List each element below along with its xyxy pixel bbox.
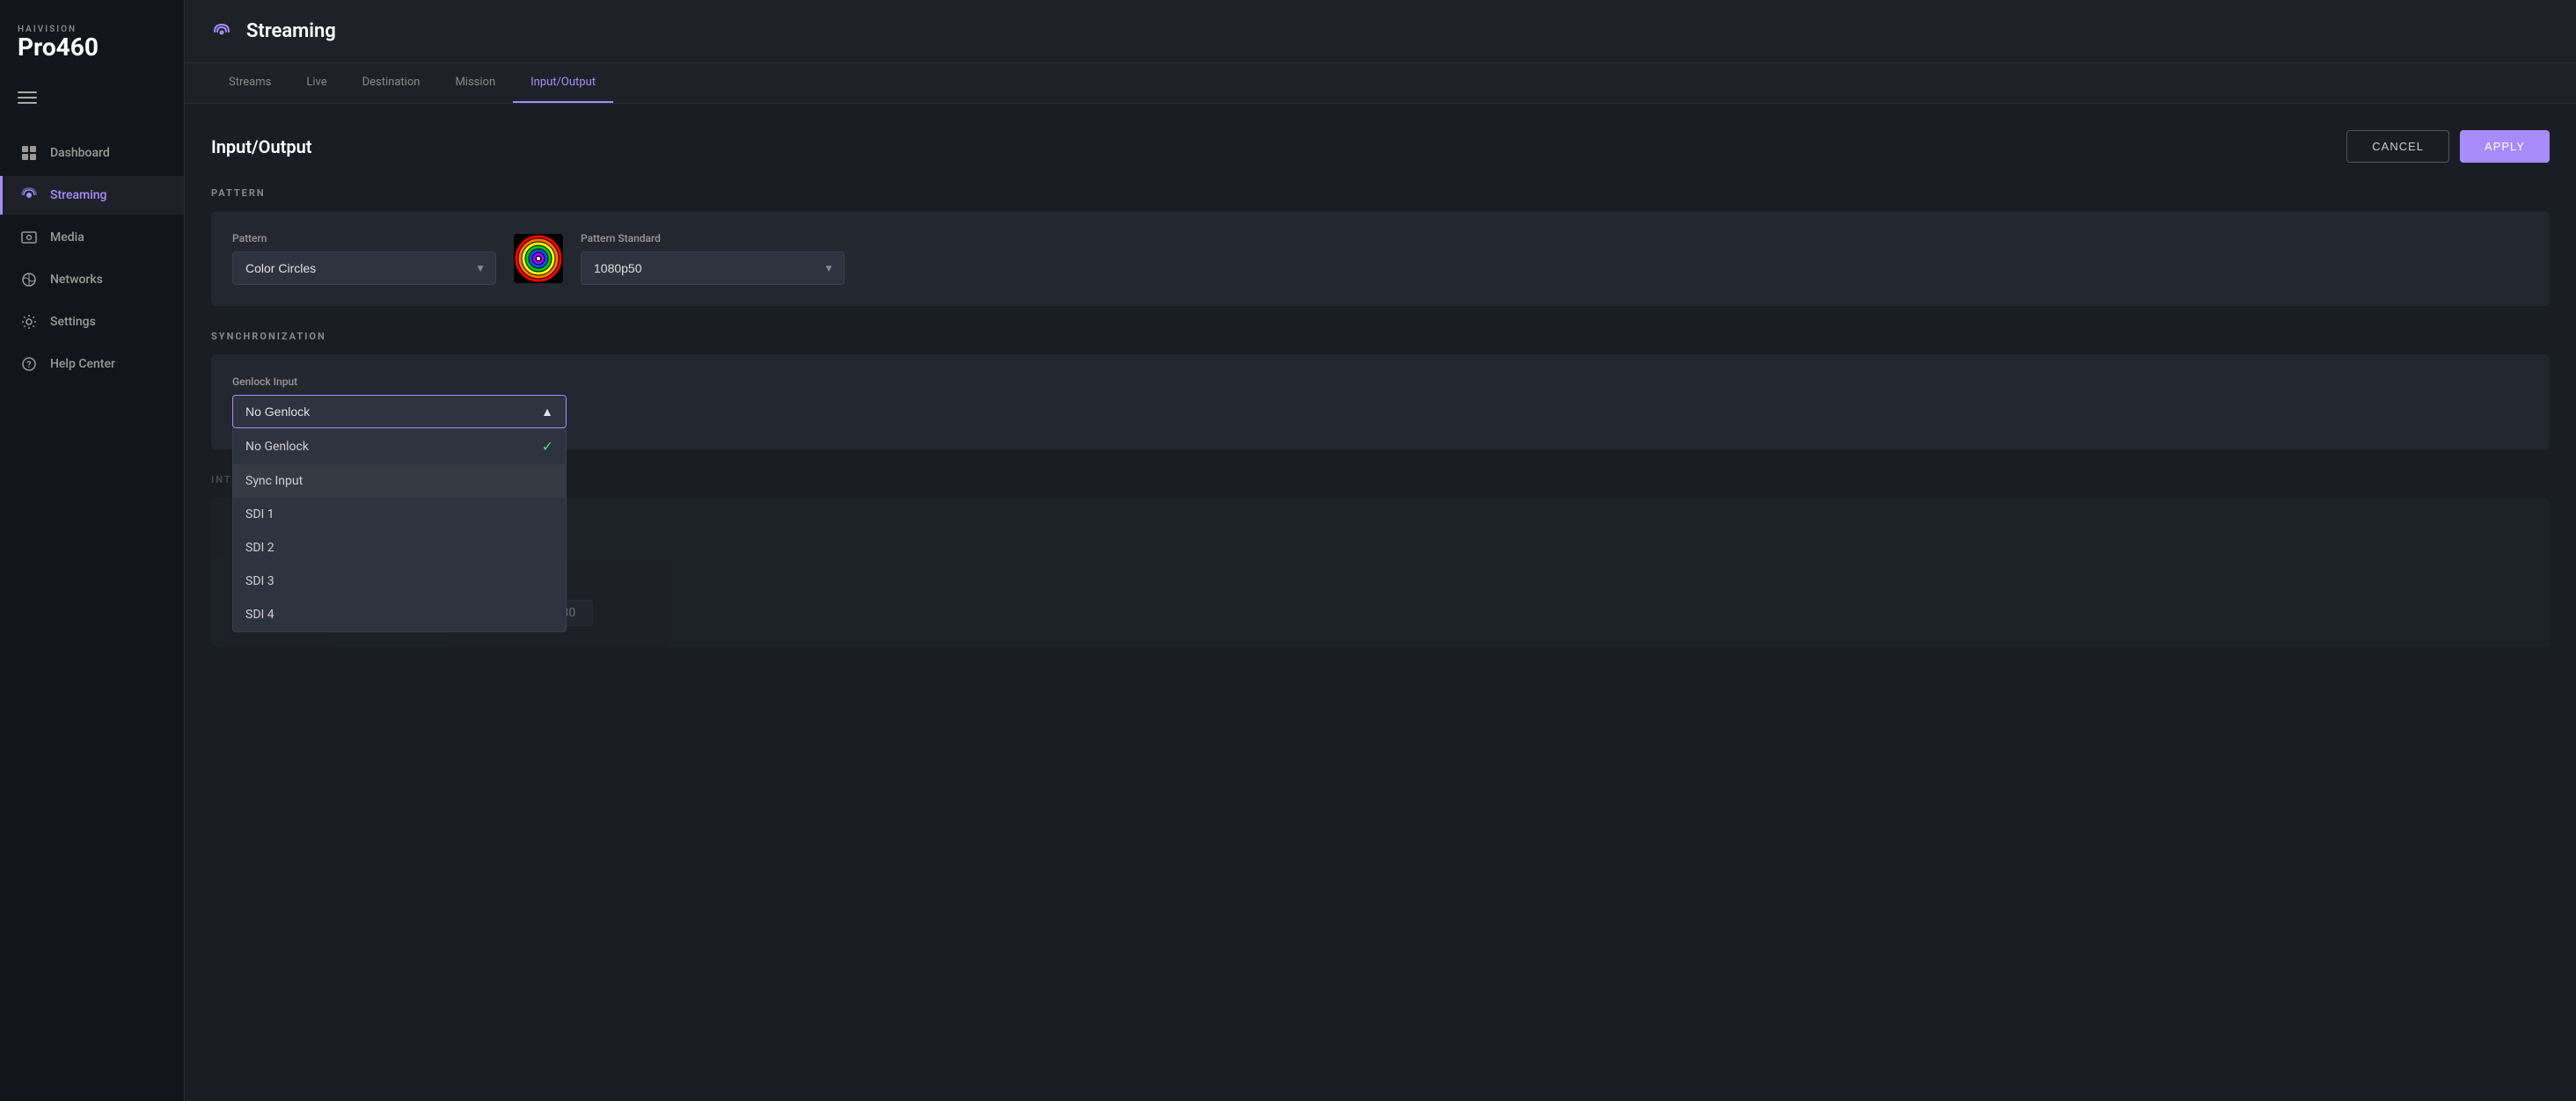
topbar: Streaming bbox=[185, 0, 2576, 63]
sidebar-nav: Dashboard Streaming Media bbox=[0, 125, 184, 1101]
genlock-field-group: Genlock Input No Genlock ▲ No Genlock ✓ bbox=[232, 376, 2528, 428]
svg-text:?: ? bbox=[27, 361, 32, 370]
pattern-standard-select[interactable]: 1080p50 1080p60 720p50 720p60 4Kp30 bbox=[581, 252, 845, 285]
content-area: Input/Output CANCEL APPLY PATTERN Patter… bbox=[185, 104, 2576, 1101]
logo: HAIVISION Pro460 bbox=[0, 0, 184, 79]
pattern-row: Pattern Color Circles Color Bars Black W… bbox=[232, 232, 2528, 285]
sync-card: Genlock Input No Genlock ▲ No Genlock ✓ bbox=[211, 354, 2550, 449]
tab-streams[interactable]: Streams bbox=[211, 63, 289, 103]
dropdown-item-no-genlock[interactable]: No Genlock ✓ bbox=[233, 428, 566, 464]
page-header: Input/Output CANCEL APPLY bbox=[211, 130, 2550, 163]
pattern-select-wrapper: Color Circles Color Bars Black White Che… bbox=[232, 252, 496, 285]
microphone-label: Microphone bbox=[232, 566, 2528, 579]
hamburger-icon bbox=[18, 91, 166, 104]
pattern-section-label: PATTERN bbox=[211, 187, 2550, 199]
media-icon bbox=[20, 229, 38, 246]
dropdown-item-sdi3[interactable]: SDI 3 bbox=[233, 565, 566, 598]
microphone-slider-row: 🎤 0 100 30 bbox=[232, 600, 2528, 626]
tabs-bar: Streams Live Destination Mission Input/O… bbox=[185, 63, 2576, 104]
sidebar-item-help[interactable]: ? Help Center bbox=[0, 345, 184, 383]
pattern-field-label: Pattern bbox=[232, 232, 496, 244]
dropdown-item-sync-input[interactable]: Sync Input bbox=[233, 464, 566, 498]
hamburger-menu[interactable] bbox=[0, 79, 184, 125]
sync-section: SYNCHRONIZATION Genlock Input No Genlock… bbox=[211, 331, 2550, 449]
pattern-card: Pattern Color Circles Color Bars Black W… bbox=[211, 211, 2550, 306]
check-icon: ✓ bbox=[542, 438, 553, 455]
dropdown-label-no-genlock: No Genlock bbox=[245, 440, 309, 454]
page-title: Input/Output bbox=[211, 136, 311, 157]
dropdown-label-sync-input: Sync Input bbox=[245, 474, 303, 488]
dropdown-item-sdi1[interactable]: SDI 1 bbox=[233, 498, 566, 531]
dropdown-label-sdi4: SDI 4 bbox=[245, 608, 274, 622]
dropdown-label-sdi3: SDI 3 bbox=[245, 574, 274, 588]
genlock-chevron-icon: ▲ bbox=[541, 405, 553, 419]
sidebar-item-media[interactable]: Media bbox=[0, 218, 184, 257]
pattern-select[interactable]: Color Circles Color Bars Black White Che… bbox=[232, 252, 496, 285]
networks-icon bbox=[20, 271, 38, 288]
sidebar-item-streaming[interactable]: Streaming bbox=[0, 176, 184, 215]
header-actions: CANCEL APPLY bbox=[2346, 130, 2550, 163]
sidebar: HAIVISION Pro460 Dashboard bbox=[0, 0, 185, 1101]
tab-live[interactable]: Live bbox=[289, 63, 344, 103]
tab-input-output[interactable]: Input/Output bbox=[513, 63, 613, 103]
sidebar-label-dashboard: Dashboard bbox=[50, 146, 110, 160]
genlock-dropdown: No Genlock ✓ Sync Input SDI 1 SDI 2 bbox=[232, 428, 567, 632]
sidebar-label-media: Media bbox=[50, 230, 84, 244]
genlock-select-button[interactable]: No Genlock ▲ bbox=[232, 395, 567, 428]
pattern-section: PATTERN Pattern Color Circles Color Bars… bbox=[211, 187, 2550, 306]
settings-icon bbox=[20, 313, 38, 331]
genlock-label: Genlock Input bbox=[232, 376, 2528, 388]
tab-mission[interactable]: Mission bbox=[437, 63, 513, 103]
tab-destination[interactable]: Destination bbox=[345, 63, 438, 103]
apply-button[interactable]: APPLY bbox=[2460, 130, 2550, 163]
sidebar-label-streaming: Streaming bbox=[50, 188, 107, 202]
pattern-standard-field-group: Pattern Standard 1080p50 1080p60 720p50 … bbox=[581, 232, 845, 285]
sidebar-label-help: Help Center bbox=[50, 357, 115, 371]
sidebar-label-networks: Networks bbox=[50, 273, 103, 287]
genlock-value: No Genlock bbox=[245, 405, 310, 419]
sidebar-label-settings: Settings bbox=[50, 315, 96, 329]
pattern-field-group: Pattern Color Circles Color Bars Black W… bbox=[232, 232, 496, 285]
pattern-standard-label: Pattern Standard bbox=[581, 232, 845, 244]
streaming-icon bbox=[20, 186, 38, 204]
topbar-streaming-icon bbox=[211, 21, 232, 42]
dropdown-label-sdi1: SDI 1 bbox=[245, 507, 274, 521]
genlock-wrapper: No Genlock ▲ No Genlock ✓ Sync Input bbox=[232, 395, 567, 428]
sidebar-item-settings[interactable]: Settings bbox=[0, 303, 184, 341]
sync-section-label: SYNCHRONIZATION bbox=[211, 331, 2550, 342]
pattern-standard-select-wrapper: 1080p50 1080p60 720p50 720p60 4Kp30 ▼ bbox=[581, 252, 845, 285]
main-content: Streaming Streams Live Destination Missi… bbox=[185, 0, 2576, 1101]
sidebar-item-dashboard[interactable]: Dashboard bbox=[0, 134, 184, 172]
dropdown-item-sdi4[interactable]: SDI 4 bbox=[233, 598, 566, 631]
pattern-thumbnail bbox=[514, 234, 563, 283]
topbar-title: Streaming bbox=[246, 20, 336, 42]
cancel-button[interactable]: CANCEL bbox=[2346, 130, 2449, 163]
help-icon: ? bbox=[20, 355, 38, 373]
product-name: Pro460 bbox=[18, 34, 166, 62]
dropdown-item-sdi2[interactable]: SDI 2 bbox=[233, 531, 566, 565]
sidebar-item-networks[interactable]: Networks bbox=[0, 260, 184, 299]
dropdown-label-sdi2: SDI 2 bbox=[245, 541, 274, 555]
dashboard-icon bbox=[20, 144, 38, 162]
microphone-field-group: Microphone 🎤 0 100 bbox=[232, 566, 2528, 626]
